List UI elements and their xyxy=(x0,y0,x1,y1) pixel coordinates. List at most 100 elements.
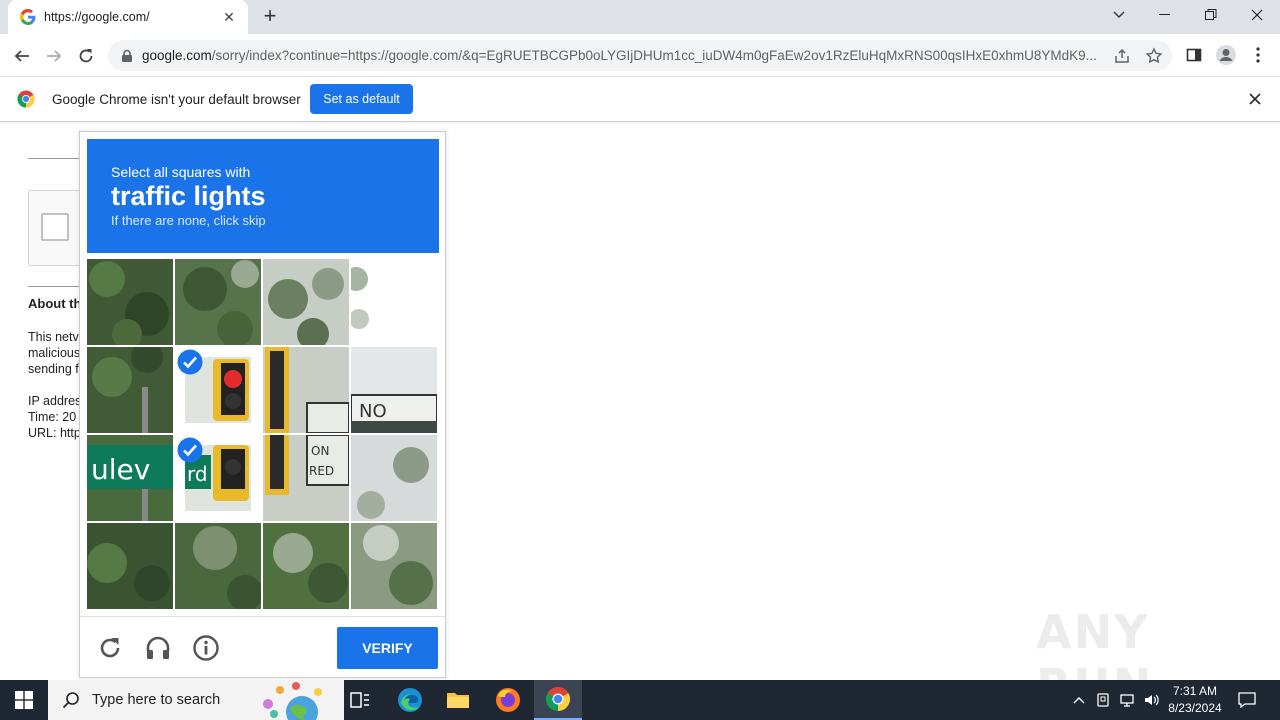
google-favicon-icon xyxy=(20,9,36,25)
show-hidden-icons-button[interactable] xyxy=(1068,680,1090,720)
info-icon[interactable] xyxy=(192,634,220,662)
audio-challenge-icon[interactable] xyxy=(144,634,172,662)
svg-text:RED: RED xyxy=(309,464,334,478)
file-explorer-app[interactable] xyxy=(434,680,482,720)
start-button[interactable] xyxy=(0,680,48,720)
tab-close-icon[interactable]: ✕ xyxy=(220,9,238,26)
default-browser-infobar: Google Chrome isn't your default browser… xyxy=(0,77,1280,122)
side-panel-icon xyxy=(1186,48,1202,62)
menu-button[interactable] xyxy=(1247,44,1269,66)
grid-tile-12[interactable] xyxy=(87,523,173,609)
target-object: traffic lights xyxy=(111,181,266,211)
bookmark-star-icon[interactable] xyxy=(1145,47,1163,65)
grid-tile-11[interactable] xyxy=(351,435,437,521)
speaker-icon xyxy=(1145,694,1159,706)
instruction-text: Select all squares with xyxy=(111,164,251,180)
arrow-left-icon xyxy=(14,50,29,62)
search-highlight-globe-icon xyxy=(263,682,322,720)
arrow-right-icon xyxy=(47,50,62,62)
svg-text:ON: ON xyxy=(311,444,329,458)
clock-date: 8/23/2024 xyxy=(1168,701,1222,715)
reload-challenge-icon[interactable] xyxy=(96,634,124,662)
profile-button[interactable] xyxy=(1215,44,1237,66)
grid-tile-2[interactable] xyxy=(263,259,349,345)
recaptcha-checkbox[interactable] xyxy=(41,213,69,241)
browser-toolbar: google.com/sorry/index?continue=https://… xyxy=(0,34,1280,77)
edge-icon xyxy=(398,688,422,712)
grid-tile-3[interactable] xyxy=(351,259,437,345)
challenge-footer: VERIFY xyxy=(80,616,445,678)
minimize-button[interactable] xyxy=(1142,0,1188,30)
infobar-message: Google Chrome isn't your default browser xyxy=(52,92,301,107)
url-path: /sorry/index?continue=https://google.com… xyxy=(211,48,1097,63)
grid-tile-8[interactable]: ulev xyxy=(87,435,173,521)
chrome-icon xyxy=(545,687,571,711)
grid-tile-15[interactable] xyxy=(351,523,437,609)
search-placeholder: Type here to search xyxy=(92,692,221,708)
body-line-2: malicious xyxy=(28,346,81,360)
windows-taskbar: Type here to search 7:31 AM 8/23/2024 xyxy=(0,680,1280,720)
about-heading: About th xyxy=(28,296,82,311)
notification-icon xyxy=(1238,692,1256,708)
edge-app[interactable] xyxy=(386,680,434,720)
set-as-default-button[interactable]: Set as default xyxy=(310,84,413,114)
tab-title: https://google.com/ xyxy=(44,10,150,24)
share-icon[interactable] xyxy=(1113,47,1131,65)
svg-text:rd: rd xyxy=(187,462,208,486)
svg-text:ulev: ulev xyxy=(91,453,150,486)
grid-tile-1[interactable] xyxy=(175,259,261,345)
browser-tab[interactable]: https://google.com/ ✕ xyxy=(8,0,248,34)
ip-address-line: IP addres xyxy=(28,394,82,408)
taskbar-search[interactable]: Type here to search xyxy=(48,680,344,720)
grid-tile-13[interactable] xyxy=(175,523,261,609)
system-clock[interactable]: 7:31 AM 8/23/2024 xyxy=(1160,683,1230,717)
tile-selected-check-icon xyxy=(177,437,203,463)
volume-button[interactable] xyxy=(1140,680,1162,720)
url-line: URL: http xyxy=(28,426,81,440)
infobar-close-icon[interactable] xyxy=(1246,90,1264,108)
forward-button[interactable] xyxy=(41,43,67,69)
svg-text:NO: NO xyxy=(359,401,387,422)
skip-hint: If there are none, click skip xyxy=(111,213,266,228)
grid-tile-10[interactable]: ON RED xyxy=(263,435,349,521)
firefox-app[interactable] xyxy=(484,680,532,720)
tab-strip: https://google.com/ ✕ + xyxy=(0,0,1280,34)
back-button[interactable] xyxy=(9,43,35,69)
network-button[interactable] xyxy=(1116,680,1138,720)
search-icon xyxy=(62,692,79,709)
body-line-3: sending f xyxy=(28,362,79,376)
verify-button[interactable]: VERIFY xyxy=(337,627,438,669)
reload-button[interactable] xyxy=(73,43,99,69)
windows-logo-icon xyxy=(15,691,33,709)
tab-search-icon[interactable] xyxy=(1096,0,1142,30)
address-bar[interactable]: google.com/sorry/index?continue=https://… xyxy=(108,40,1172,71)
network-icon xyxy=(1120,694,1134,707)
close-window-button[interactable] xyxy=(1234,0,1280,30)
chrome-app[interactable] xyxy=(534,680,582,720)
chrome-logo-icon xyxy=(17,90,35,108)
folder-icon xyxy=(447,693,469,708)
tile-selected-check-icon xyxy=(177,349,203,375)
grid-tile-7[interactable]: NO xyxy=(351,347,437,433)
body-line-1: This netv xyxy=(28,330,79,344)
device-icon xyxy=(1097,693,1109,707)
task-view-button[interactable] xyxy=(336,680,384,720)
task-view-icon xyxy=(350,692,369,708)
reload-icon xyxy=(79,49,93,63)
challenge-header: Select all squares with traffic lights I… xyxy=(87,139,439,253)
image-grid: NO ulev rd ON RED xyxy=(87,259,439,611)
new-tab-button[interactable]: + xyxy=(258,5,282,29)
kebab-menu-icon xyxy=(1256,47,1260,63)
grid-tile-6[interactable] xyxy=(263,347,349,433)
time-line: Time: 20 xyxy=(28,410,77,424)
grid-tile-0[interactable] xyxy=(87,259,173,345)
chevron-up-icon xyxy=(1073,697,1085,704)
url-text: google.com/sorry/index?continue=https://… xyxy=(142,48,1102,63)
grid-tile-14[interactable] xyxy=(263,523,349,609)
restore-button[interactable] xyxy=(1188,0,1234,30)
meet-now-button[interactable] xyxy=(1092,680,1114,720)
grid-tile-4[interactable] xyxy=(87,347,173,433)
side-panel-button[interactable] xyxy=(1183,44,1205,66)
notifications-button[interactable] xyxy=(1234,680,1260,720)
clock-time: 7:31 AM xyxy=(1172,684,1218,698)
